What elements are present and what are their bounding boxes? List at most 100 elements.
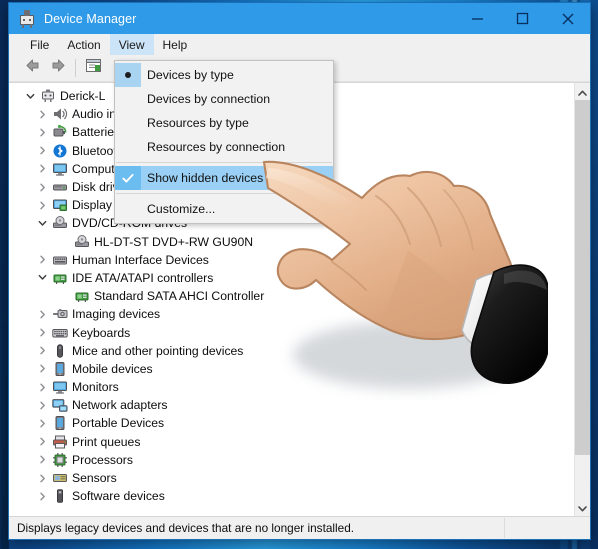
chevron-right-icon[interactable] <box>35 201 50 210</box>
tree-row[interactable]: Human Interface Devices <box>23 251 574 269</box>
view-menu-item-label: Devices by type <box>147 68 234 82</box>
menu-view[interactable]: View <box>109 34 154 55</box>
network-icon <box>50 397 70 413</box>
tree-row-label: Keyboards <box>72 325 131 340</box>
tree-row-label: Monitors <box>72 380 119 395</box>
phone-icon <box>50 361 70 377</box>
tree-row[interactable]: Imaging devices <box>23 305 574 323</box>
menu-view-label: View <box>118 37 145 52</box>
phone-icon <box>50 415 70 431</box>
hid-icon <box>50 252 70 268</box>
chevron-right-icon[interactable] <box>35 474 50 483</box>
chevron-right-icon[interactable] <box>35 328 50 337</box>
view-menu-item[interactable]: Resources by connection <box>115 135 333 159</box>
chevron-right-icon[interactable] <box>35 255 50 264</box>
tree-row[interactable]: HL-DT-ST DVD+-RW GU90N <box>23 233 574 251</box>
chevron-right-icon[interactable] <box>35 364 50 373</box>
view-menu-item[interactable]: Devices by type <box>115 63 333 87</box>
chevron-right-icon[interactable] <box>35 110 50 119</box>
maximize-button[interactable] <box>500 3 545 34</box>
optical-drive-icon <box>72 234 92 250</box>
menu-file-label: File <box>30 37 50 52</box>
scrollbar-track[interactable] <box>575 100 590 499</box>
tree-row[interactable]: Portable Devices <box>23 414 574 432</box>
processor-icon <box>50 452 70 468</box>
tree-row-label: Standard SATA AHCI Controller <box>94 289 265 304</box>
view-menu-item[interactable]: Resources by type <box>115 111 333 135</box>
menu-action-label: Action <box>67 37 101 52</box>
bluetooth-icon <box>50 143 70 159</box>
forward-button[interactable] <box>45 56 71 80</box>
view-dropdown-menu: Devices by type Devices by connection Reso… <box>114 60 334 224</box>
controller-chip-icon <box>50 270 70 286</box>
chevron-right-icon[interactable] <box>35 310 50 319</box>
tree-row[interactable]: Mobile devices <box>23 360 574 378</box>
tree-row[interactable]: IDE ATA/ATAPI controllers <box>23 269 574 287</box>
window-titlebar[interactable]: Device Manager <box>9 3 590 34</box>
optical-drive-icon <box>50 215 70 231</box>
tree-row[interactable]: Print queues <box>23 433 574 451</box>
scroll-down-button[interactable] <box>575 499 590 516</box>
view-menu-item-label: Devices by connection <box>147 92 271 106</box>
chevron-right-icon[interactable] <box>35 401 50 410</box>
software-device-icon <box>50 488 70 504</box>
vertical-scrollbar[interactable] <box>574 83 590 516</box>
tree-row[interactable]: Software devices <box>23 487 574 505</box>
statusbar: Displays legacy devices and devices that… <box>9 517 590 539</box>
properties-icon <box>85 58 102 78</box>
back-button[interactable] <box>19 56 45 80</box>
chevron-right-icon[interactable] <box>35 437 50 446</box>
tree-row-label: Sensors <box>72 471 117 486</box>
statusbar-divider <box>504 518 505 538</box>
tree-row[interactable]: Network adapters <box>23 396 574 414</box>
chevron-right-icon[interactable] <box>35 146 50 155</box>
properties-button[interactable] <box>80 56 106 80</box>
menu-separator <box>116 193 332 194</box>
view-menu-item-label: Resources by connection <box>147 140 286 154</box>
tree-row-label: Batteries <box>72 125 121 140</box>
tree-row[interactable]: Processors <box>23 451 574 469</box>
tree-row[interactable]: Keyboards <box>23 323 574 341</box>
computer-icon <box>38 88 58 104</box>
menu-help-label: Help <box>162 37 188 52</box>
chevron-right-icon[interactable] <box>35 492 50 501</box>
tree-row[interactable]: Monitors <box>23 378 574 396</box>
menu-gutter <box>115 135 141 159</box>
tree-row[interactable]: Standard SATA AHCI Controller <box>23 287 574 305</box>
chevron-right-icon[interactable] <box>35 419 50 428</box>
chevron-right-icon[interactable] <box>35 455 50 464</box>
window-title: Device Manager <box>44 11 137 26</box>
chevron-right-icon[interactable] <box>35 183 50 192</box>
minimize-button[interactable] <box>455 3 500 34</box>
chevron-down-icon[interactable] <box>35 219 50 228</box>
menu-help[interactable]: Help <box>154 34 197 55</box>
chevron-right-icon[interactable] <box>35 128 50 137</box>
menu-file[interactable]: File <box>21 34 58 55</box>
view-menu-item[interactable]: Devices by connection <box>115 87 333 111</box>
view-menu-item-label: Resources by type <box>147 116 249 130</box>
chevron-right-icon[interactable] <box>35 164 50 173</box>
chevron-right-icon[interactable] <box>35 346 50 355</box>
tree-row-label: Derick-L <box>60 89 106 104</box>
scroll-up-button[interactable] <box>575 83 590 100</box>
toolbar-divider <box>75 59 76 77</box>
tree-row-label: Portable Devices <box>72 416 165 431</box>
tree-row[interactable]: Mice and other pointing devices <box>23 342 574 360</box>
speaker-icon <box>50 106 70 122</box>
menu-action[interactable]: Action <box>58 34 109 55</box>
device-manager-icon <box>18 9 36 28</box>
forward-icon <box>50 58 67 78</box>
chevron-down-icon[interactable] <box>35 273 50 282</box>
view-menu-item[interactable]: Show hidden devices <box>115 166 333 190</box>
scrollbar-thumb[interactable] <box>575 100 590 455</box>
tree-row-label: Software devices <box>72 489 165 504</box>
view-menu-item[interactable]: Customize... <box>115 197 333 221</box>
status-text: Displays legacy devices and devices that… <box>17 521 355 535</box>
close-button[interactable] <box>545 3 590 34</box>
camera-icon <box>50 306 70 322</box>
disk-icon <box>50 179 70 195</box>
tree-row[interactable]: Sensors <box>23 469 574 487</box>
chevron-down-icon[interactable] <box>23 92 38 101</box>
chevron-right-icon[interactable] <box>35 383 50 392</box>
checkmark-icon <box>115 166 141 190</box>
